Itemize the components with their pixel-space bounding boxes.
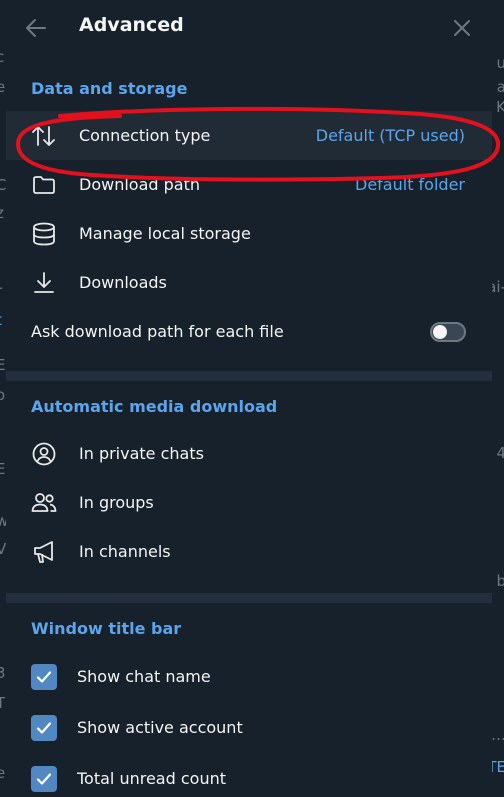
downloads-label: Downloads [79, 273, 167, 292]
manage-local-storage-label: Manage local storage [79, 224, 251, 243]
background-text: r [0, 282, 2, 300]
page-title: Advanced [79, 14, 184, 36]
manage-local-storage-row[interactable]: Manage local storage [6, 209, 492, 258]
total-unread-count-checkbox[interactable] [31, 766, 57, 792]
toggle-knob [433, 325, 447, 339]
background-text: t [0, 311, 2, 329]
private-chats-label: In private chats [79, 444, 204, 463]
background-text: e [0, 78, 6, 96]
show-active-account-checkbox[interactable] [31, 715, 57, 741]
show-active-account-row[interactable]: Show active account [6, 703, 492, 752]
download-path-label: Download path [79, 175, 200, 194]
close-button[interactable] [446, 12, 478, 44]
connection-type-label: Connection type [79, 126, 211, 145]
megaphone-icon [31, 539, 57, 565]
channels-label: In channels [79, 542, 171, 561]
download-path-row[interactable]: Download path Default folder [6, 160, 492, 209]
downloads-row[interactable]: Downloads [6, 258, 492, 307]
background-text: T [0, 694, 6, 712]
ask-download-path-label: Ask download path for each file [31, 322, 284, 341]
close-icon [454, 20, 470, 36]
background-text: E [0, 356, 6, 374]
user-circle-icon [31, 441, 57, 467]
background-chat-list-right [492, 0, 504, 797]
check-icon [36, 671, 52, 683]
users-icon [31, 490, 57, 516]
arrow-left-icon [26, 19, 46, 37]
background-text: o [0, 386, 6, 404]
download-icon [31, 270, 57, 296]
groups-row[interactable]: In groups [6, 478, 492, 527]
ask-download-path-row[interactable]: Ask download path for each file [6, 307, 492, 356]
show-chat-name-label: Show chat name [77, 667, 211, 686]
arrows-up-down-icon [31, 123, 57, 149]
total-unread-count-label: Total unread count [77, 769, 226, 788]
background-text: 3 [0, 664, 6, 682]
background-text: E [0, 460, 6, 478]
section-divider [6, 371, 492, 381]
background-text: … [491, 726, 504, 744]
folder-icon [31, 172, 57, 198]
download-path-value[interactable]: Default folder [355, 175, 465, 194]
check-icon [36, 722, 52, 734]
background-text: a [496, 78, 504, 96]
total-unread-count-row[interactable]: Total unread count [6, 754, 492, 797]
background-text: K [496, 98, 504, 116]
section-title-window-title-bar: Window title bar [31, 619, 182, 638]
ask-download-path-toggle[interactable] [430, 322, 466, 342]
check-icon [36, 773, 52, 785]
connection-type-value[interactable]: Default (TCP used) [316, 126, 465, 145]
channels-row[interactable]: In channels [6, 527, 492, 576]
background-text: 4 [496, 444, 504, 462]
section-title-auto-media: Automatic media download [31, 397, 278, 416]
panel-header: Advanced [6, 0, 492, 56]
groups-label: In groups [79, 493, 154, 512]
background-text: c [0, 48, 5, 66]
background-text: e [0, 764, 6, 782]
background-text: u [496, 54, 504, 72]
back-button[interactable] [20, 12, 52, 44]
private-chats-row[interactable]: In private chats [6, 429, 492, 478]
show-chat-name-row[interactable]: Show chat name [6, 652, 492, 701]
show-chat-name-checkbox[interactable] [31, 664, 57, 690]
show-active-account-label: Show active account [77, 718, 243, 737]
advanced-settings-panel: Advanced Data and storage Connection typ… [6, 0, 492, 797]
database-icon [31, 221, 57, 247]
section-divider [6, 593, 492, 603]
connection-type-row[interactable]: Connection type Default (TCP used) [6, 111, 492, 160]
background-text: z [0, 204, 4, 222]
background-text: b [496, 572, 504, 590]
section-title-data-storage: Data and storage [31, 79, 188, 98]
